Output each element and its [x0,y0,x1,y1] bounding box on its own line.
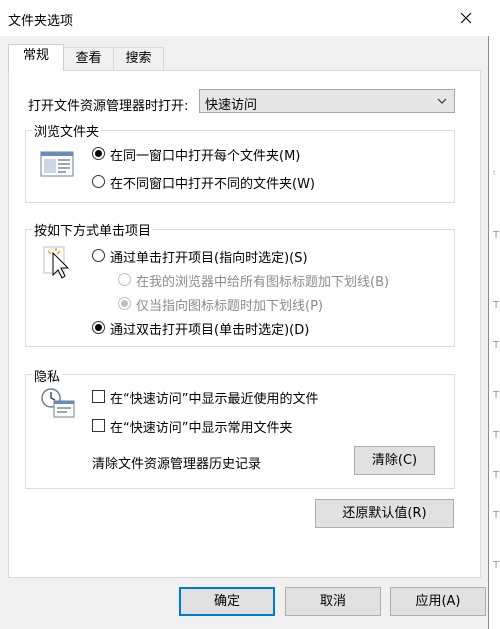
background-mark: T [493,300,500,311]
apply-button[interactable]: 应用(A) [390,587,486,616]
folder-options-dialog: 文件夹选项 常规 查看 搜索 打开文件资源管理器时打开: 快速访问 浏览文件夹 [0,0,489,629]
close-icon [460,12,472,24]
background-mark: T [493,560,500,571]
radio-underline-all[interactable] [118,273,131,286]
ok-button[interactable]: 确定 [179,587,275,616]
same-window-label: 在同一窗口中打开每个文件夹(M) [110,149,301,164]
radio-new-window[interactable] [92,175,105,188]
privacy-clock-icon [41,388,75,418]
radio-double-click[interactable] [92,321,105,334]
clear-history-label: 清除文件资源管理器历史记录 [92,457,262,472]
open-explorer-label: 打开文件资源管理器时打开: [28,99,189,114]
radio-same-window[interactable] [92,147,105,160]
tab-label: 查看 [75,51,102,66]
close-button[interactable] [443,0,489,36]
new-window-label: 在不同窗口中打开不同的文件夹(W) [110,177,315,192]
recent-files-label: 在“快速访问”中显示最近使用的文件 [110,392,319,407]
chevron-down-icon [437,98,447,104]
radio-underline-point[interactable] [118,297,131,310]
title-bar: 文件夹选项 [0,0,489,36]
single-click-label: 通过单击打开项目(指向时选定)(S) [110,251,308,266]
underline-all-label: 在我的浏览器中给所有图标标题加下划线(B) [136,275,390,290]
background-mark: T [493,430,500,441]
open-explorer-select[interactable]: 快速访问 [199,89,455,113]
window-title: 文件夹选项 [8,14,74,29]
cancel-button[interactable]: 取消 [285,587,381,616]
underline-point-label: 仅当指向图标标题时加下划线(P) [136,299,323,314]
background-mark: ᵗ [493,170,496,181]
restore-defaults-button[interactable]: 还原默认值(R) [315,499,454,528]
checkbox-recent-files[interactable] [92,390,105,403]
double-click-label: 通过双击打开项目(单击时选定)(D) [110,323,310,338]
tab-label: 搜索 [125,51,152,66]
radio-single-click[interactable] [92,249,105,262]
tab-view[interactable]: 查看 [63,47,114,71]
background-mark: T [493,390,500,401]
open-explorer-value: 快速访问 [205,98,258,113]
clear-history-button[interactable]: 清除(C) [354,446,435,475]
click-items-title: 按如下方式单击项目 [32,220,154,239]
background-mark: T [493,510,500,521]
tab-label: 常规 [22,48,49,63]
tab-general[interactable]: 常规 [8,44,64,71]
frequent-folders-label: 在“快速访问”中显示常用文件夹 [110,421,293,436]
window-icon [40,151,74,177]
background-mark: T [493,340,500,351]
browse-folders-title: 浏览文件夹 [32,121,102,140]
checkbox-frequent-folders[interactable] [92,419,105,432]
cursor-click-icon [43,246,70,279]
browse-folders-group [25,130,455,203]
background-mark: T [493,470,500,481]
background-window-edge [490,0,500,629]
tab-search[interactable]: 搜索 [113,47,164,71]
background-mark: T [493,230,500,241]
privacy-title: 隐私 [32,366,63,385]
